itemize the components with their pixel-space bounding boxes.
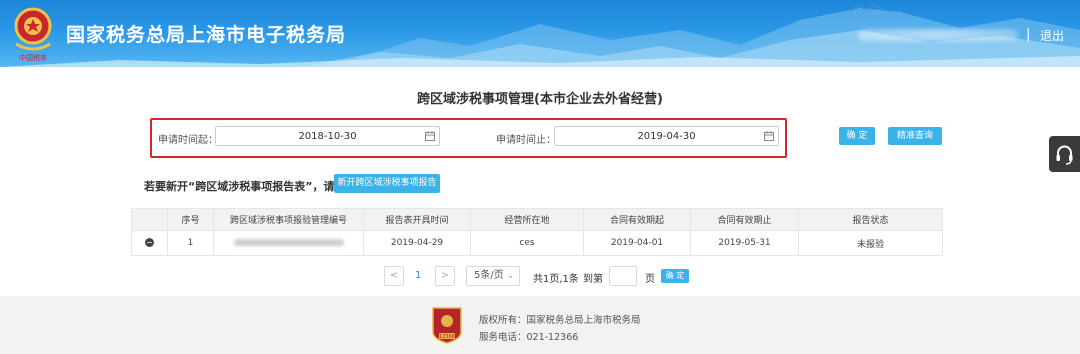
footer-phone: 服务电话：021-12366 [479,332,579,343]
customer-support-button[interactable] [1049,136,1080,172]
next-page-button[interactable]: > [435,266,455,286]
site-header: 中国税务 国家税务总局上海市电子税务局 | 退出 [0,0,1080,67]
current-page[interactable]: 1 [415,270,421,281]
calendar-icon[interactable] [425,131,435,141]
row-open-date: 2019-04-29 [363,230,471,256]
prev-page-button[interactable]: < [384,266,404,286]
header-open-date: 报告表开具时间 [363,208,471,231]
end-date-value: 2019-04-30 [637,131,696,142]
row-status: 未报验 [798,230,943,256]
header-separator: | [1026,27,1031,42]
start-date-input[interactable]: 2018-10-30 [215,126,440,146]
header-code: 跨区域涉税事项报验管理编号 [213,208,364,231]
header-contract-end: 合同有效期止 [690,208,799,231]
table-row[interactable]: − 1 2019-04-29 ces 2019-04-01 2019-05-31… [131,230,943,256]
logout-link[interactable]: 退出 [1040,27,1064,44]
table-header-row: 序号 跨区域涉税事项报验管理编号 报告表开具时间 经营所在地 合同有效期起 合同… [131,208,943,231]
page-unit: 页 [645,274,655,285]
row-contract-start: 2019-04-01 [583,230,691,256]
site-title: 国家税务总局上海市电子税务局 [66,24,347,46]
row-contract-end: 2019-05-31 [690,230,799,256]
precise-query-button[interactable]: 精准查询 [888,127,942,145]
header-index: 序号 [167,208,214,231]
header-expand [131,208,168,231]
header-status: 报告状态 [798,208,943,231]
start-date-value: 2018-10-30 [298,131,357,142]
row-location: ces [470,230,584,256]
tax-service-logo-icon: 12366 [432,307,462,344]
row-expand-cell[interactable]: − [131,230,168,256]
report-table: 序号 跨区域涉税事项报验管理编号 报告表开具时间 经营所在地 合同有效期起 合同… [131,208,943,256]
user-info-blurred [858,29,1018,41]
footer-copyright: 版权所有：国家税务总局上海市税务局 [479,315,641,326]
new-cross-region-report-button[interactable]: 新开跨区域涉税事项报告 [334,174,440,193]
logo-caption: 12366 [439,334,455,340]
page-title: 跨区域涉税事项管理(本市企业去外省经营) [417,92,663,107]
start-date-label: 申请时间起： [158,135,218,146]
pagination-summary: 共1页,1条 [533,274,579,285]
page-size-select[interactable]: 5条/页 ⌄ [466,266,520,286]
end-date-input[interactable]: 2019-04-30 [554,126,779,146]
row-index: 1 [167,230,214,256]
redacted-code [233,239,344,246]
goto-page-input[interactable] [609,266,637,286]
row-code [213,230,364,256]
end-date-label: 申请时间止： [496,135,556,146]
chevron-down-icon: ⌄ [507,271,514,280]
collapse-row-icon[interactable]: − [145,238,154,247]
emblem-caption: 中国税务 [19,53,47,62]
headset-icon [1056,145,1073,165]
header-contract-start: 合同有效期起 [583,208,691,231]
page-size-value: 5条/页 [474,270,504,281]
calendar-icon[interactable] [764,131,774,141]
header-location: 经营所在地 [470,208,584,231]
goto-label: 到第 [583,274,603,285]
tax-emblem-icon: 中国税务 [14,7,52,62]
goto-confirm-button[interactable]: 确 定 [661,269,689,283]
confirm-button[interactable]: 确 定 [839,127,875,145]
